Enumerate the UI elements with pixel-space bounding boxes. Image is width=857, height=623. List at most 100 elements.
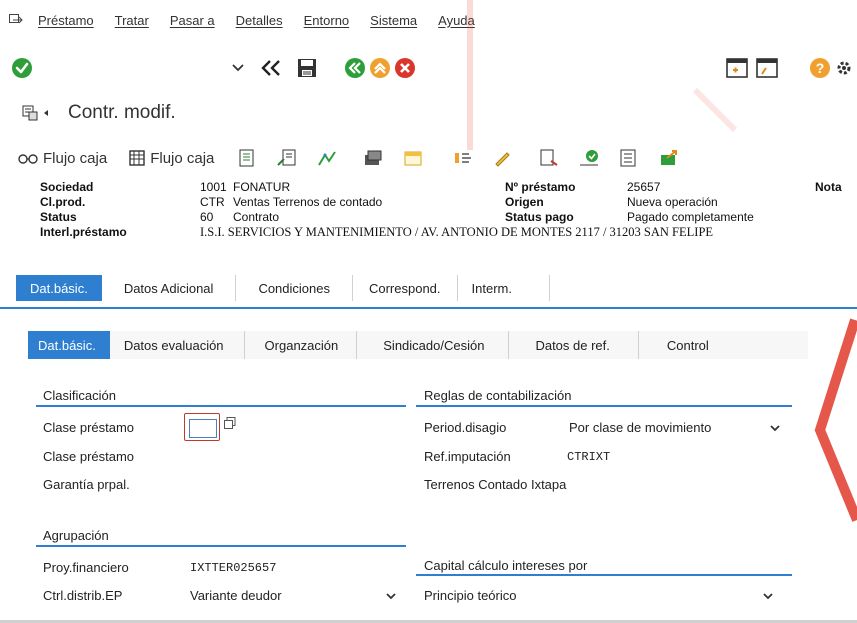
tab-datos-adicional[interactable]: Datos Adicional [102, 275, 237, 301]
reglas-divider [416, 405, 792, 407]
application-toolbar: Flujo caja Flujo caja [0, 142, 857, 174]
flujo-caja-label: Flujo caja [43, 149, 108, 167]
enter-icon[interactable] [10, 56, 34, 80]
clase-prestamo-label: Clase préstamo [43, 420, 135, 435]
tab-correspond[interactable]: Correspond. [353, 275, 458, 301]
agrupacion-title: Agrupación [43, 528, 109, 543]
page-title: Contr. modif. [68, 102, 176, 123]
envelope-stack-icon[interactable] [362, 148, 384, 168]
screen-menu-icon[interactable] [22, 103, 56, 123]
back-green-icon[interactable] [343, 56, 367, 80]
value-help-icon[interactable] [224, 416, 236, 434]
help-icon[interactable]: ? [808, 56, 832, 80]
settings-icon[interactable] [834, 56, 857, 80]
menu-bar: Préstamo Tratar Pasar a Detalles Entorno… [0, 0, 857, 40]
menu-tratar[interactable]: Tratar [115, 13, 149, 28]
clprod-label: Cl.prod. [40, 195, 86, 209]
title-row: Contr. modif. [0, 99, 600, 127]
menu-icon[interactable] [8, 13, 24, 27]
ctrl-distrib-select[interactable]: Variante deudor [190, 588, 282, 603]
clase-prestamo-input[interactable] [184, 413, 220, 441]
main-tab-underline [0, 307, 857, 309]
status-code: 60 [200, 210, 214, 224]
subtab-datos-de-ref[interactable]: Datos de ref. [509, 331, 639, 359]
interl-value: I.S.I. SERVICIOS Y MANTENIMIENTO / AV. A… [200, 225, 714, 239]
chart-icon[interactable] [316, 148, 338, 168]
subtab-datos-evaluacion[interactable]: Datos evaluación [110, 331, 245, 359]
status-check-icon[interactable] [578, 148, 600, 168]
proy-financiero-value: IXTTER025657 [190, 561, 277, 575]
nprestamo-label: Nº préstamo [505, 180, 576, 194]
menu-prestamo[interactable]: Préstamo [38, 13, 94, 28]
menu-pasar-a[interactable]: Pasar a [170, 13, 215, 28]
clase-prestamo-2-label: Clase préstamo [43, 449, 135, 464]
ref-imputacion-value: CTRIXT [567, 450, 611, 464]
capital-divider [416, 574, 792, 576]
nprestamo-value: 25657 [627, 180, 661, 194]
reglas-title: Reglas de contabilización [424, 388, 572, 403]
origen-label: Origen [505, 195, 544, 209]
split-arrows-icon[interactable] [452, 148, 474, 168]
document-grid-icon[interactable] [618, 148, 640, 168]
period-disagio-label: Period.disagio [424, 420, 507, 435]
subtab-organizacion[interactable]: Organzación [245, 331, 358, 359]
origen-value: Nueva operación [627, 195, 718, 209]
subtab-control[interactable]: Control [639, 331, 733, 359]
sociedad-value: FONATUR [233, 180, 291, 194]
menu-detalles[interactable]: Detalles [236, 13, 283, 28]
menu-entorno[interactable]: Entorno [304, 13, 350, 28]
clprod-code: CTR [200, 195, 225, 209]
report-icon[interactable] [538, 148, 560, 168]
export-icon[interactable] [658, 148, 680, 168]
table-icon [129, 150, 145, 166]
ctrl-distrib-chevron-icon[interactable] [385, 591, 397, 601]
cancel-red-icon[interactable] [393, 56, 417, 80]
window-new-icon[interactable] [724, 56, 750, 80]
garantia-label: Garantía prpal. [43, 477, 130, 492]
capital-title: Capital cálculo intereses por [424, 558, 588, 573]
back-double-icon[interactable] [258, 56, 284, 80]
agrupacion-divider [36, 545, 406, 547]
tab-interm[interactable]: Interm. [458, 275, 550, 301]
main-tabstrip: Dat.básic. Datos Adicional Condiciones C… [16, 275, 550, 301]
menu-sistema[interactable]: Sistema [370, 13, 417, 28]
flujo-caja-table-button[interactable]: Flujo caja [129, 150, 214, 167]
save-icon[interactable] [295, 56, 319, 80]
flujo-caja-button[interactable]: Flujo caja [18, 150, 107, 167]
status-value: Contrato [233, 210, 280, 224]
document-list-icon[interactable] [236, 148, 258, 168]
period-disagio-chevron-icon[interactable] [769, 423, 781, 433]
standard-toolbar: ? [0, 52, 857, 86]
capital-select[interactable]: Principio teórico [424, 588, 517, 603]
pencil-doc-icon[interactable] [492, 148, 514, 168]
window-copy-icon[interactable] [754, 56, 780, 80]
ctrl-distrib-label: Ctrl.distrib.EP [43, 588, 123, 603]
period-disagio-select[interactable]: Por clase de movimiento [569, 420, 711, 435]
document-edit-icon[interactable] [276, 148, 298, 168]
exit-orange-icon[interactable] [368, 56, 392, 80]
sub-tabstrip: Dat.básic. Datos evaluación Organzación … [28, 331, 808, 359]
status-label: Status [40, 210, 77, 224]
subtab-sindicado-cesion[interactable]: Sindicado/Cesión [357, 331, 510, 359]
chevron-down-icon[interactable] [230, 58, 246, 78]
clprod-value: Ventas Terrenos de contado [233, 195, 383, 209]
tab-dat-basic[interactable]: Dat.básic. [16, 275, 102, 301]
menu-ayuda[interactable]: Ayuda [438, 13, 475, 28]
capital-chevron-icon[interactable] [762, 591, 774, 601]
svg-text:?: ? [816, 60, 825, 76]
terrenos-text: Terrenos Contado Ixtapa [424, 477, 567, 492]
clasificacion-divider [36, 405, 406, 407]
ref-imputacion-label: Ref.imputación [424, 449, 511, 464]
glasses-icon [18, 154, 38, 164]
subtab-dat-basic[interactable]: Dat.básic. [28, 331, 110, 359]
sociedad-label: Sociedad [40, 180, 94, 194]
proy-financiero-label: Proy.financiero [43, 560, 129, 575]
clasificacion-title: Clasificación [43, 388, 116, 403]
flujo-caja-table-label: Flujo caja [150, 149, 215, 167]
watermark-graphic [467, 0, 857, 522]
tab-condiciones[interactable]: Condiciones [236, 275, 353, 301]
interl-label: Interl.préstamo [40, 225, 127, 239]
calendar-icon[interactable] [402, 148, 424, 168]
nota-label: Nota [815, 180, 842, 194]
sociedad-code: 1001 [200, 180, 227, 194]
